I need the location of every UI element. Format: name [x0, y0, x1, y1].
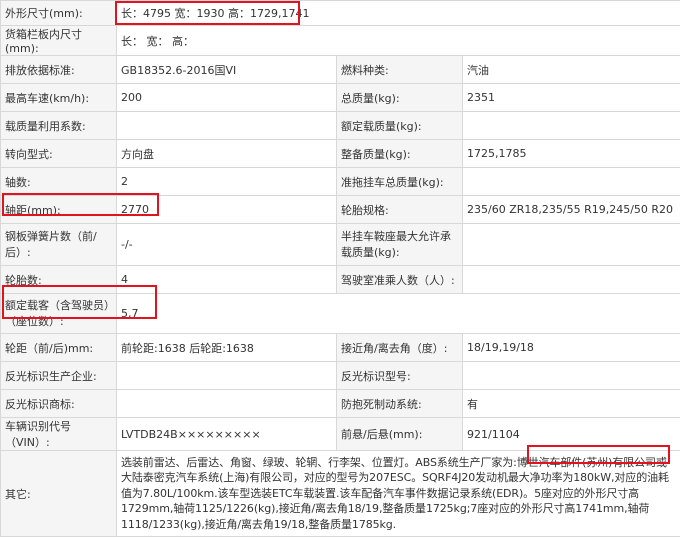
dimensions-label: 外形尺寸(mm):	[1, 1, 117, 26]
cargo-label: 货箱栏板内尺寸(mm):	[1, 26, 117, 56]
seats-label: 额定载客（含驾驶员）（座位数）:	[1, 294, 117, 334]
table-row: 钢板弹簧片数（前/后）: -/- 半挂车鞍座最大允许承载质量(kg):	[1, 224, 680, 266]
table-row: 外形尺寸(mm): 长：4795 宽：1930 高：1729,1741	[1, 1, 680, 26]
gross-mass-value: 2351	[463, 84, 680, 112]
emission-label: 排放依据标准:	[1, 56, 117, 84]
table-row: 车辆识别代号（VIN）: LVTDB24B××××××××× 前悬/后悬(mm)…	[1, 418, 680, 451]
curb-mass-label: 整备质量(kg):	[337, 140, 463, 168]
cab-passengers-value	[463, 266, 680, 294]
cargo-value: 长： 宽： 高：	[117, 26, 680, 56]
table-row: 轮距（前/后)mm: 前轮距:1638 后轮距:1638 接近角/离去角（度）:…	[1, 334, 680, 362]
table-row: 反光标识商标: 防抱死制动系统: 有	[1, 390, 680, 418]
reflect-model-label: 反光标识型号:	[337, 362, 463, 390]
trailer-mass-value	[463, 168, 680, 196]
seats-value: 5,7	[117, 294, 680, 334]
fuel-value: 汽油	[463, 56, 680, 84]
table-row: 载质量利用系数: 额定载质量(kg):	[1, 112, 680, 140]
tires-count-value: 4	[117, 266, 337, 294]
table-row: 轴数: 2 准拖挂车总质量(kg):	[1, 168, 680, 196]
vin-label: 车辆识别代号（VIN）:	[1, 418, 117, 451]
wheelbase-label: 轴距(mm):	[1, 196, 117, 224]
curb-mass-value: 1725,1785	[463, 140, 680, 168]
speed-value: 200	[117, 84, 337, 112]
reflect-mark-value	[117, 390, 337, 418]
tires-count-label: 轮胎数:	[1, 266, 117, 294]
table-row: 反光标识生产企业: 反光标识型号:	[1, 362, 680, 390]
wheelbase-value: 2770	[117, 196, 337, 224]
other-notes: 选装前雷达、后雷达、角窗、绿玻、轮辋、行李架、位置灯。ABS系统生产厂家为:博世…	[117, 451, 680, 537]
reflect-mfr-label: 反光标识生产企业:	[1, 362, 117, 390]
tire-spec-label: 轮胎规格:	[337, 196, 463, 224]
abs-value: 有	[463, 390, 680, 418]
steering-value: 方向盘	[117, 140, 337, 168]
dimensions-value: 长：4795 宽：1930 高：1729,1741	[117, 1, 680, 26]
overhang-label: 前悬/后悬(mm):	[337, 418, 463, 451]
springs-label: 钢板弹簧片数（前/后）:	[1, 224, 117, 266]
rated-load-value	[463, 112, 680, 140]
track-value: 前轮距:1638 后轮距:1638	[117, 334, 337, 362]
table-row: 轮胎数: 4 驾驶室准乘人数（人）:	[1, 266, 680, 294]
vin-value: LVTDB24B×××××××××	[117, 418, 337, 451]
vehicle-spec-table: 外形尺寸(mm): 长：4795 宽：1930 高：1729,1741 货箱栏板…	[0, 0, 680, 537]
reflect-model-value	[463, 362, 680, 390]
track-label: 轮距（前/后)mm:	[1, 334, 117, 362]
axles-value: 2	[117, 168, 337, 196]
reflect-mark-label: 反光标识商标:	[1, 390, 117, 418]
table-row: 轴距(mm): 2770 轮胎规格: 235/60 ZR18,235/55 R1…	[1, 196, 680, 224]
load-util-label: 载质量利用系数:	[1, 112, 117, 140]
reflect-mfr-value	[117, 362, 337, 390]
trailer-mass-label: 准拖挂车总质量(kg):	[337, 168, 463, 196]
saddle-load-value	[463, 224, 680, 266]
cab-passengers-label: 驾驶室准乘人数（人）:	[337, 266, 463, 294]
overhang-value: 921/1104	[463, 418, 680, 451]
table-row: 转向型式: 方向盘 整备质量(kg): 1725,1785	[1, 140, 680, 168]
emission-value: GB18352.6-2016国VI	[117, 56, 337, 84]
gross-mass-label: 总质量(kg):	[337, 84, 463, 112]
tire-spec-value: 235/60 ZR18,235/55 R19,245/50 R20	[463, 196, 680, 224]
load-util-value	[117, 112, 337, 140]
steering-label: 转向型式:	[1, 140, 117, 168]
rated-load-label: 额定载质量(kg):	[337, 112, 463, 140]
other-label: 其它:	[1, 451, 117, 537]
axles-label: 轴数:	[1, 168, 117, 196]
saddle-load-label: 半挂车鞍座最大允许承载质量(kg):	[337, 224, 463, 266]
table-row: 排放依据标准: GB18352.6-2016国VI 燃料种类: 汽油	[1, 56, 680, 84]
table-row: 最高车速(km/h): 200 总质量(kg): 2351	[1, 84, 680, 112]
table-row: 货箱栏板内尺寸(mm): 长： 宽： 高：	[1, 26, 680, 56]
other-notes-text-a: 选装前雷达、后雷达、角窗、绿玻、轮辋、行李架、位置灯。ABS系统生产厂家为:博世…	[121, 456, 667, 485]
approach-angle-label: 接近角/离去角（度）:	[337, 334, 463, 362]
speed-label: 最高车速(km/h):	[1, 84, 117, 112]
springs-value: -/-	[117, 224, 337, 266]
table-row: 其它: 选装前雷达、后雷达、角窗、绿玻、轮辋、行李架、位置灯。ABS系统生产厂家…	[1, 451, 680, 537]
table-row: 额定载客（含驾驶员）（座位数）: 5,7	[1, 294, 680, 334]
approach-angle-value: 18/19,19/18	[463, 334, 680, 362]
abs-label: 防抱死制动系统:	[337, 390, 463, 418]
fuel-label: 燃料种类:	[337, 56, 463, 84]
